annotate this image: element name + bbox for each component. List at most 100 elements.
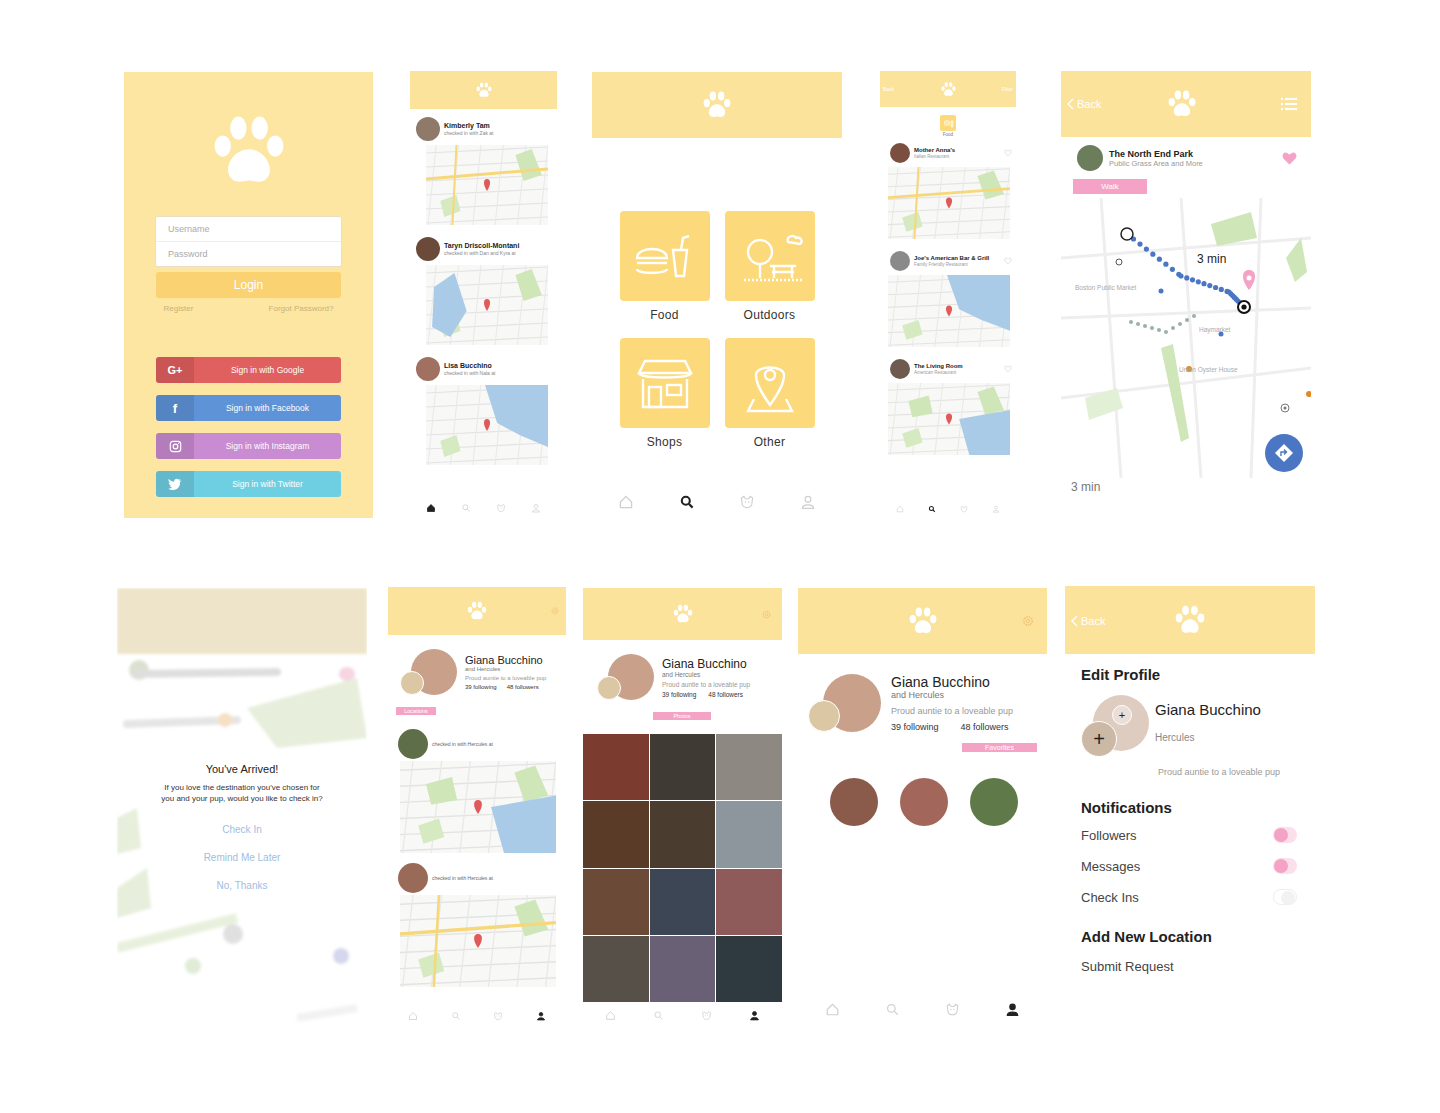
profile-section-tab[interactable]: Photos	[653, 712, 711, 720]
category-tile[interactable]: Food	[620, 211, 710, 322]
nav-tab[interactable]	[531, 503, 541, 513]
category-tile[interactable]: Shops	[620, 338, 710, 449]
nav-tab[interactable]	[739, 494, 755, 510]
photo-thumbnail[interactable]	[716, 936, 782, 1002]
map-preview[interactable]	[400, 761, 556, 853]
pet-field[interactable]: Hercules	[1155, 732, 1261, 743]
heart-icon[interactable]	[1004, 257, 1012, 265]
nav-tab[interactable]	[679, 494, 695, 510]
following-count[interactable]: 39 following	[662, 691, 696, 698]
map-preview[interactable]	[426, 145, 548, 225]
photo-thumbnail[interactable]	[650, 801, 716, 867]
walk-tag[interactable]: Walk	[1073, 179, 1147, 194]
register-link[interactable]: Register	[164, 304, 194, 313]
shops-icon[interactable]	[620, 338, 710, 428]
nav-tab[interactable]	[451, 1011, 461, 1021]
photo-thumbnail[interactable]	[583, 936, 649, 1002]
followers-count[interactable]: 48 followers	[708, 691, 743, 698]
heart-icon[interactable]	[1282, 151, 1297, 166]
settings-gear-icon[interactable]	[1021, 614, 1035, 628]
photo-thumbnail[interactable]	[716, 734, 782, 800]
username-field[interactable]	[156, 217, 341, 242]
social-sign-in-button[interactable]: G+Sign in with Google	[156, 357, 341, 383]
photo-thumbnail[interactable]	[583, 869, 649, 935]
password-field[interactable]	[156, 242, 341, 266]
nav-tab[interactable]	[496, 503, 506, 513]
back-button[interactable]: Back	[1067, 98, 1127, 110]
map-preview[interactable]	[888, 383, 1010, 455]
nav-tab[interactable]	[825, 1002, 840, 1017]
food-icon[interactable]	[620, 211, 710, 301]
back-button[interactable]: Back	[1071, 615, 1105, 627]
map-preview[interactable]	[888, 275, 1010, 347]
dialog-action-button[interactable]: Check In	[222, 824, 261, 835]
social-sign-in-button[interactable]: Sign in with Instagram	[156, 433, 341, 459]
list-icon[interactable]	[1281, 98, 1297, 110]
add-photo-button[interactable]: +	[1081, 721, 1117, 757]
nav-tab[interactable]	[945, 1002, 960, 1017]
favorite-place[interactable]	[900, 778, 948, 826]
add-photo-button[interactable]: +	[1112, 705, 1132, 725]
back-button[interactable]: Back	[883, 86, 894, 92]
directions-icon[interactable]	[1265, 434, 1303, 472]
nav-tab[interactable]	[408, 1011, 418, 1021]
nav-tab[interactable]	[1005, 1002, 1020, 1017]
nav-tab[interactable]	[992, 505, 1000, 513]
toggle-switch[interactable]	[1273, 827, 1297, 843]
social-sign-in-button[interactable]: Sign in with Twitter	[156, 471, 341, 497]
photo-thumbnail[interactable]	[650, 734, 716, 800]
nav-tab[interactable]	[493, 1011, 503, 1021]
nav-tab[interactable]	[426, 503, 436, 513]
nav-tab[interactable]	[885, 1002, 900, 1017]
followers-count[interactable]: 48 followers	[507, 684, 539, 690]
filter-button[interactable]: Filter	[1002, 86, 1013, 92]
nav-tab[interactable]	[800, 494, 816, 510]
nav-tab[interactable]	[896, 505, 904, 513]
map-preview[interactable]	[426, 265, 548, 345]
photo-thumbnail[interactable]	[650, 869, 716, 935]
nav-tab[interactable]	[928, 505, 936, 513]
other-icon[interactable]	[725, 338, 815, 428]
map-preview[interactable]	[888, 167, 1010, 239]
followers-count[interactable]: 48 followers	[961, 722, 1009, 732]
following-count[interactable]: 39 following	[891, 722, 939, 732]
toggle-switch[interactable]	[1273, 889, 1297, 905]
photo-thumbnail[interactable]	[650, 936, 716, 1002]
nav-tab[interactable]	[701, 1010, 712, 1021]
category-tile[interactable]: Other	[725, 338, 815, 449]
following-count[interactable]: 39 following	[465, 684, 497, 690]
heart-icon[interactable]	[1004, 149, 1012, 157]
photo-thumbnail[interactable]	[716, 801, 782, 867]
profile-section-tab[interactable]: Locations	[396, 707, 436, 715]
map-preview[interactable]	[426, 385, 548, 465]
name-field[interactable]: Giana Bucchino	[1155, 701, 1261, 718]
nav-tab[interactable]	[461, 503, 471, 513]
photo-thumbnail[interactable]	[583, 801, 649, 867]
settings-gear-icon[interactable]	[761, 609, 772, 620]
heart-icon[interactable]	[1004, 365, 1012, 373]
toggle-switch[interactable]	[1273, 858, 1297, 874]
profile-section-tab[interactable]: Favorites	[962, 743, 1037, 752]
dialog-action-button[interactable]: Remind Me Later	[204, 852, 281, 863]
nav-tab[interactable]	[618, 494, 634, 510]
nav-tab[interactable]	[605, 1010, 616, 1021]
dialog-action-button[interactable]: No, Thanks	[217, 880, 268, 891]
bio-field[interactable]: Proud auntie to a loveable pup	[1158, 767, 1315, 777]
forgot-password-link[interactable]: Forgot Password?	[269, 304, 334, 313]
login-button[interactable]: Login	[156, 272, 341, 298]
photo-thumbnail[interactable]	[583, 734, 649, 800]
outdoors-icon[interactable]	[725, 211, 815, 301]
favorite-place[interactable]	[830, 778, 878, 826]
map-preview[interactable]	[400, 895, 556, 987]
settings-gear-icon[interactable]	[550, 606, 560, 616]
favorite-place[interactable]	[970, 778, 1018, 826]
nav-tab[interactable]	[749, 1010, 760, 1021]
submit-request-link[interactable]: Submit Request	[1081, 959, 1315, 974]
nav-tab[interactable]	[536, 1011, 546, 1021]
nav-tab[interactable]	[653, 1010, 664, 1021]
route-map[interactable]: 3 minBoston Public MarketHaymarketUnion …	[1061, 198, 1311, 478]
nav-tab[interactable]	[960, 505, 968, 513]
social-sign-in-button[interactable]: fSign in with Facebook	[156, 395, 341, 421]
photo-thumbnail[interactable]	[716, 869, 782, 935]
category-tile[interactable]: Outdoors	[725, 211, 815, 322]
